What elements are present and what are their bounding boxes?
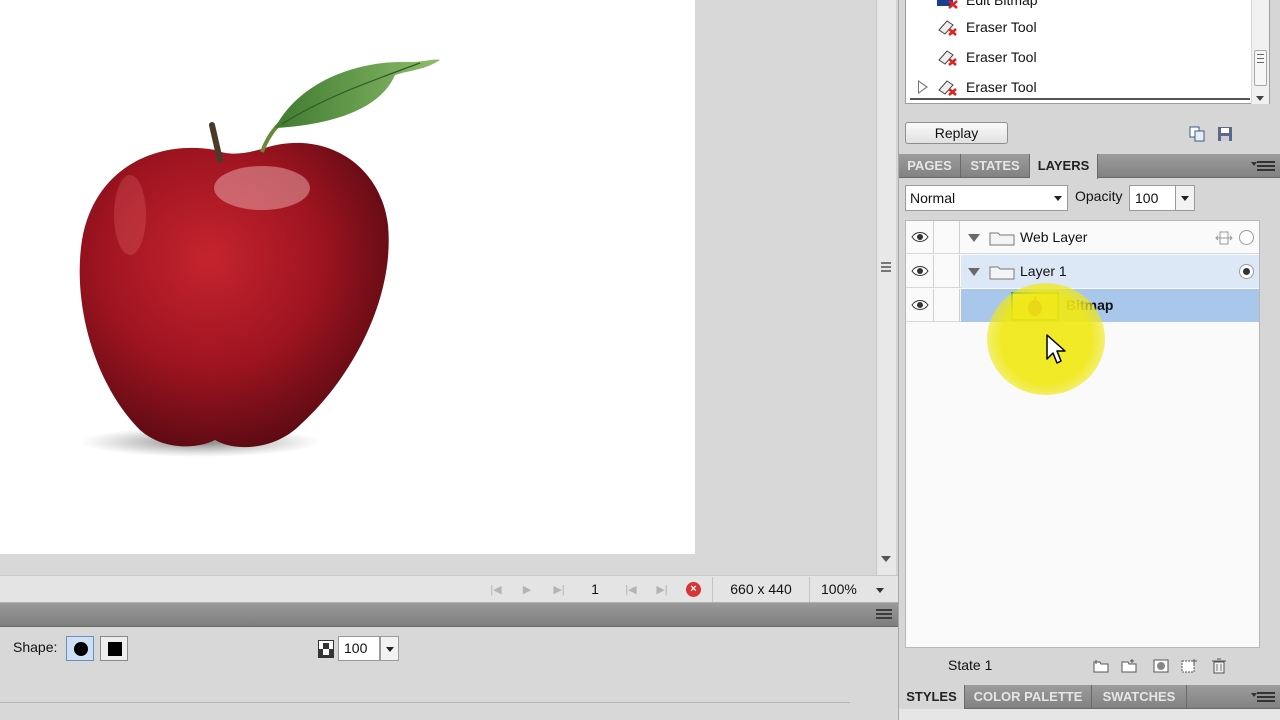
add-mask-icon[interactable] [1152,658,1170,674]
new-layer-icon[interactable] [1120,658,1138,674]
tool-opacity-dropdown[interactable] [380,636,399,661]
properties-panel: Shape: 100 [0,627,898,720]
eraser-icon [938,20,957,36]
save-icon[interactable] [1217,126,1233,142]
history-scrollbar[interactable] [1251,0,1269,104]
chevron-down-icon [876,588,884,593]
mouse-pointer-icon [1046,334,1066,364]
layer-row-layer-1[interactable]: Layer 1 [906,255,1259,288]
current-state-label: State 1 [948,657,993,673]
lock-toggle[interactable] [934,221,960,254]
next-page-icon[interactable]: ▶| [654,582,670,598]
opacity-label: Opacity [1075,188,1123,204]
tab-swatches[interactable]: SWATCHES [1092,685,1187,709]
shape-label: Shape: [13,639,58,655]
edit-bitmap-icon [937,0,958,9]
eye-icon [911,266,929,276]
styles-panel-body [899,709,1280,720]
layer-row-web-layer[interactable]: Web Layer [906,221,1259,254]
first-frame-icon[interactable]: |◀ [488,582,504,598]
scroll-thumb[interactable] [1254,50,1267,86]
panel-menu-icon[interactable] [1251,692,1275,704]
styles-panel-tabbar: STYLES COLOR PALETTE SWATCHES [899,685,1280,710]
visibility-toggle[interactable] [906,221,934,254]
tab-layers[interactable]: LAYERS [1030,154,1098,179]
tool-opacity-input[interactable]: 100 [338,636,380,661]
share-layer-icon[interactable] [1215,230,1233,246]
folder-icon [989,266,1015,280]
visibility-toggle[interactable] [906,289,934,322]
blend-mode-select[interactable]: Normal [905,185,1068,211]
layer-opacity-dropdown[interactable] [1175,185,1195,211]
tab-color-palette[interactable]: COLOR PALETTE [965,685,1092,709]
scroll-down-icon[interactable] [881,556,891,562]
document-status-bar: |◀ ▶ ▶| 1 |◀ ▶| × 660 x 440 100% [0,575,898,603]
lock-toggle[interactable] [934,289,960,322]
eraser-icon [938,50,957,66]
circle-icon [74,642,88,656]
current-page-number: 1 [591,581,599,597]
eye-icon [911,232,929,242]
last-frame-icon[interactable]: ▶| [551,582,567,598]
visibility-toggle[interactable] [906,255,934,288]
folder-icon [989,232,1015,246]
history-panel-list: Edit Bitmap Eraser Tool Eraser Tool Eras… [905,0,1270,104]
tab-pages[interactable]: PAGES [899,154,961,178]
new-duplicate-bitmap-icon[interactable] [1180,658,1198,674]
document-workspace [0,0,876,575]
round-shape-button[interactable] [66,636,94,661]
divider [0,702,850,703]
square-icon [108,642,122,656]
fireworks-window: |◀ ▶ ▶| 1 |◀ ▶| × 660 x 440 100% Shape: … [0,0,1280,720]
lock-toggle[interactable] [934,255,960,288]
scrollbar-grip-icon[interactable] [881,262,891,274]
blend-mode-value: Normal [910,190,956,206]
zoom-select[interactable]: 100% [814,577,894,602]
play-icon[interactable]: ▶ [519,582,535,598]
layer-name: Web Layer [1020,229,1088,245]
apple-bitmap-image [79,59,440,457]
workspace-vertical-scrollbar[interactable] [876,0,896,575]
layers-panel-footer: State 1 [899,652,1280,682]
history-slider-handle[interactable] [918,80,928,94]
properties-panel-header [0,603,898,627]
active-layer-radio[interactable] [1239,264,1254,279]
opacity-icon [318,640,334,658]
tab-states[interactable]: STATES [961,154,1030,178]
replay-button[interactable]: Replay [905,122,1008,144]
tab-styles[interactable]: STYLES [899,685,965,710]
active-layer-radio[interactable] [1239,230,1254,245]
delete-icon[interactable] [1210,658,1228,674]
layers-list: Web Layer Layer 1 [905,220,1260,648]
panel-menu-icon[interactable] [1251,161,1275,173]
zoom-value: 100% [821,581,857,597]
square-shape-button[interactable] [100,636,128,661]
chevron-down-icon [1054,196,1062,201]
panel-menu-icon[interactable] [876,609,892,621]
document-canvas[interactable] [0,0,695,554]
previous-page-icon[interactable]: |◀ [623,582,639,598]
layer-opacity-input[interactable]: 100 [1129,185,1176,211]
canvas-size-readout[interactable]: 660 x 440 [712,577,810,602]
scroll-down-icon[interactable] [1256,96,1264,101]
stop-icon[interactable]: × [686,582,701,597]
collapse-triangle-icon[interactable] [968,234,980,242]
eye-icon [911,300,929,310]
history-current-marker-line [910,98,1250,100]
layers-panel-tabbar: PAGES STATES LAYERS [899,154,1280,179]
eraser-icon [938,80,957,96]
new-sublayer-icon[interactable] [1092,658,1110,674]
collapse-triangle-icon[interactable] [968,268,980,276]
copy-steps-icon[interactable] [1189,126,1205,142]
